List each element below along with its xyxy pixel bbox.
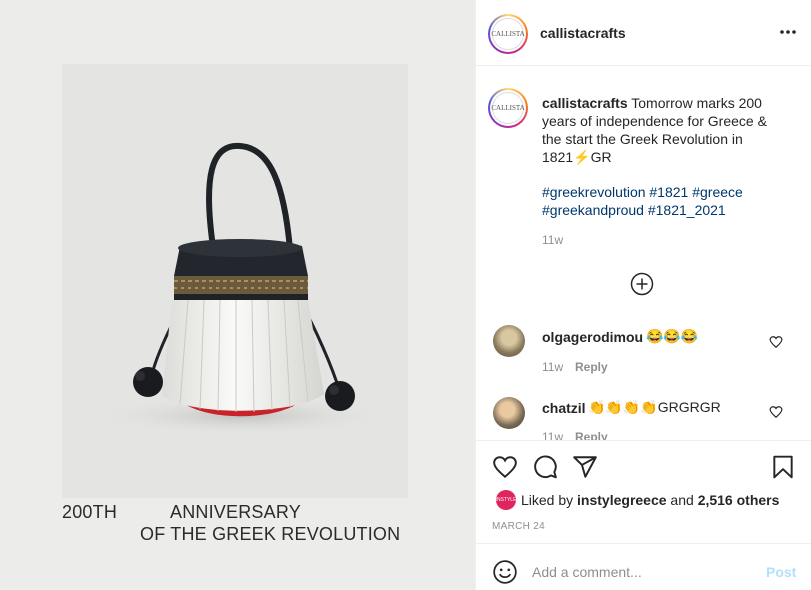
more-horizontal-icon — [780, 30, 796, 34]
liked-by-avatar[interactable]: INSTYLE — [496, 490, 516, 510]
comment-username[interactable]: chatzil — [542, 400, 586, 416]
comment-button[interactable] — [532, 454, 558, 480]
comment-username[interactable]: olgagerodimou — [542, 329, 643, 345]
bookmark-icon — [773, 455, 793, 479]
likes-count[interactable]: 2,516 others — [698, 492, 780, 508]
caption-avatar[interactable]: CALLISTA — [488, 88, 528, 128]
heart-icon — [493, 456, 517, 479]
header-username[interactable]: callistacrafts — [540, 25, 626, 41]
comment-timestamp[interactable]: 11w — [542, 430, 563, 440]
send-icon — [573, 456, 597, 478]
post-photo — [62, 64, 408, 498]
avatar[interactable] — [493, 397, 525, 429]
post-image-panel[interactable]: 200TH ANNIVERSARY OF THE GREEK REVOLUTIO… — [0, 0, 475, 590]
liked-by-username[interactable]: instylegreece — [577, 492, 667, 508]
comment-input[interactable] — [532, 557, 754, 587]
more-options-button[interactable] — [778, 24, 798, 40]
likes-conjunction: and — [666, 492, 698, 508]
emoji-button[interactable] — [492, 559, 518, 585]
avatar[interactable] — [493, 325, 525, 357]
save-button[interactable] — [770, 454, 796, 480]
share-button[interactable] — [572, 454, 598, 480]
comment-icon — [534, 455, 557, 479]
comment-like-button[interactable] — [769, 335, 783, 349]
heart-icon — [769, 336, 783, 349]
post-date[interactable]: MARCH 24 — [492, 521, 545, 532]
post-caption: callistacrafts Tomorrow marks 200 years … — [542, 94, 778, 166]
image-caption: 200TH ANNIVERSARY OF THE GREEK REVOLUTIO… — [0, 500, 475, 560]
caption-username[interactable]: callistacrafts — [542, 95, 628, 111]
comment-like-button[interactable] — [769, 405, 783, 419]
caption-greek-revolution: OF THE GREEK REVOLUTION — [140, 524, 401, 544]
reply-button[interactable]: Reply — [575, 360, 608, 374]
post-header: CALLISTA callistacrafts — [476, 0, 811, 66]
caption-timestamp[interactable]: 11w — [542, 233, 563, 247]
load-more-comments-button[interactable] — [630, 272, 654, 296]
avatar[interactable]: CALLISTA — [488, 14, 528, 54]
post-sidebar: CALLISTA callistacrafts CALLISTA callist… — [475, 0, 811, 590]
post-button[interactable]: Post — [766, 564, 796, 580]
caption-anniversary: ANNIVERSARY — [170, 502, 301, 522]
heart-icon — [769, 406, 783, 419]
add-comment-bar: Post — [476, 543, 811, 590]
bucket-bag-illustration — [92, 142, 392, 436]
comments-area[interactable]: CALLISTA callistacrafts Tomorrow marks 2… — [476, 66, 811, 440]
smiley-icon — [493, 560, 517, 584]
comment-timestamp[interactable]: 11w — [542, 360, 563, 374]
reply-button[interactable]: Reply — [575, 430, 608, 440]
comment-text: 😂😂😂 — [646, 328, 699, 344]
comment-text: 👏👏👏👏GRGRGR — [588, 399, 721, 415]
plus-circle-icon — [630, 272, 654, 296]
likes-prefix: Liked by — [521, 492, 578, 508]
caption-hashtags[interactable]: #greekrevolution #1821 #greece #greekand… — [542, 183, 778, 219]
post-actions: INSTYLE Liked by instylegreece and 2,516… — [476, 440, 811, 540]
likes-summary: Liked by instylegreece and 2,516 others — [521, 492, 779, 508]
caption-200th: 200TH — [62, 502, 118, 522]
like-button[interactable] — [492, 454, 518, 480]
